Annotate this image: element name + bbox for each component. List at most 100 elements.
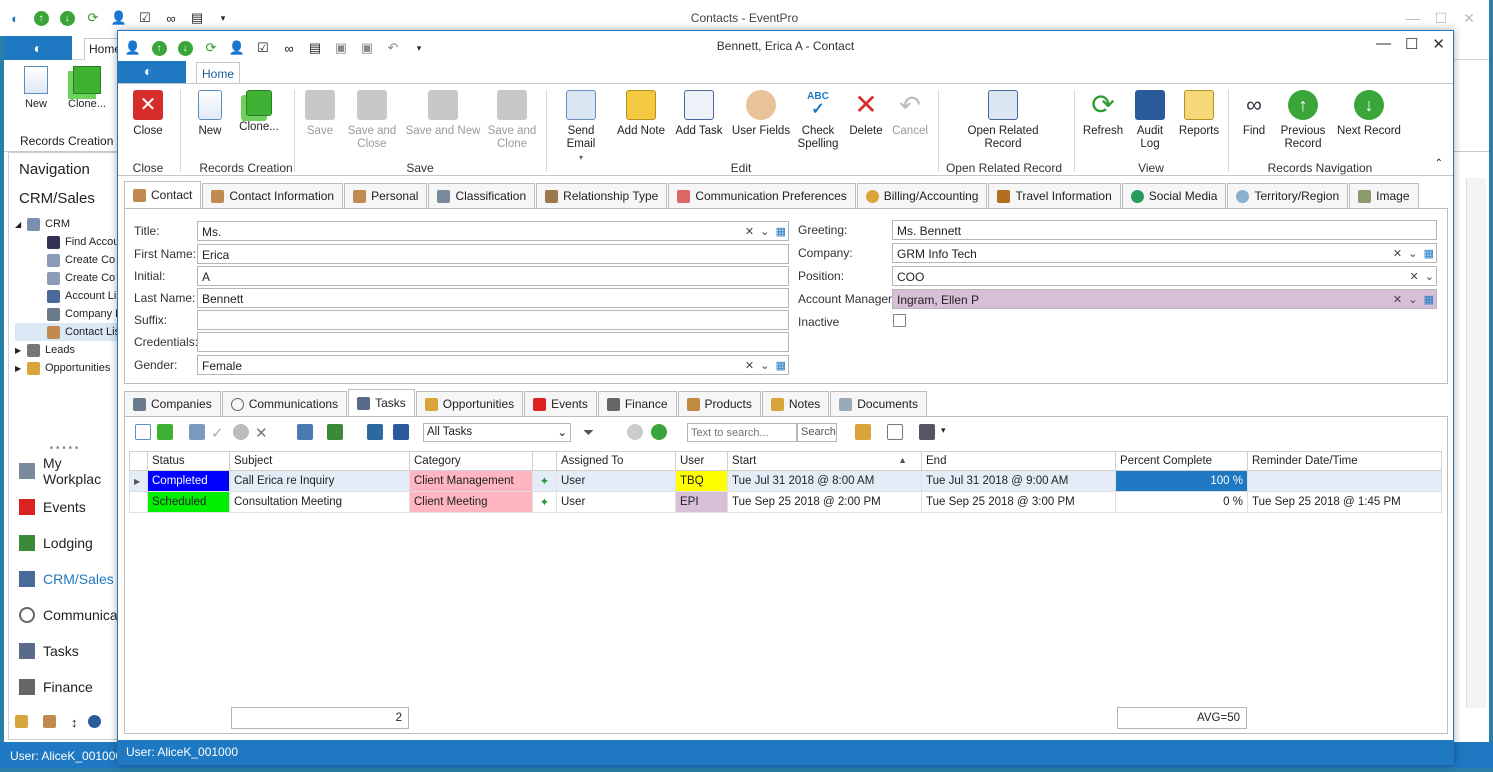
nav-events[interactable]: Events [9,489,119,525]
delete-icon[interactable]: ✕ [255,424,271,442]
start-cell[interactable]: Tue Sep 25 2018 @ 2:00 PM [727,491,922,513]
first-name-field[interactable]: Erica [197,244,789,264]
save-clone-button[interactable]: Save and Clone [486,90,538,151]
chevron-down-icon[interactable]: ⌄ [1408,293,1417,306]
initial-field[interactable]: A [197,266,789,286]
tree-item[interactable]: Create Co [15,251,119,269]
close-button[interactable]: ✕ Close [128,90,168,138]
clear-icon[interactable]: ✕ [745,225,754,238]
tab-classification[interactable]: Classification [428,183,536,208]
down-icon[interactable] [651,424,667,440]
add-note-button[interactable]: Add Note [616,90,666,138]
clear-icon[interactable]: ✕ [1393,247,1402,260]
account-manager-field[interactable]: Ingram, Ellen P ✕ ⌄ ▦ [892,289,1437,309]
clone-button[interactable]: Clone... [234,90,284,134]
maximize-icon[interactable]: ☐ [1405,35,1418,53]
category-cell[interactable]: Client Meeting [409,491,533,513]
clear-icon[interactable]: ✕ [1409,270,1418,283]
percent-cell[interactable]: 0 % [1115,491,1248,513]
open-related-button[interactable]: Open Related Record [958,90,1048,151]
inactive-checkbox[interactable] [893,314,906,327]
views-icon[interactable] [327,424,343,440]
tree-item[interactable]: ▶ Leads [15,341,119,359]
clear-icon[interactable]: ✕ [745,359,754,372]
outer-scrollbar[interactable] [1466,178,1486,708]
status-cell[interactable]: Scheduled [147,491,230,513]
column-percent-complete[interactable]: Percent Complete [1115,451,1248,471]
file-tab[interactable]: ◐ [118,61,186,83]
cancel-icon[interactable] [233,424,249,440]
tab-relationship-type[interactable]: Relationship Type [536,183,668,208]
close-icon[interactable]: ✕ [1455,10,1483,27]
new-record-icon[interactable] [135,424,151,440]
reminder-cell[interactable] [1247,470,1442,492]
chevron-down-icon[interactable]: ⌄ [760,225,769,238]
previous-record-button[interactable]: ↑ Previous Record [1278,90,1328,151]
tab-travel-information[interactable]: Travel Information [988,183,1121,208]
globe-icon[interactable] [87,715,101,728]
lookup-icon[interactable]: ▦ [1424,247,1434,260]
search-input[interactable] [687,423,797,442]
user-cell[interactable]: EPI [675,491,728,513]
file-tab[interactable]: ◐ [4,36,72,60]
sort-icon[interactable]: ↕ [71,715,78,730]
tab-communication-preferences[interactable]: Communication Preferences [668,183,856,208]
maximize-icon[interactable]: ☐ [1427,10,1455,27]
reports-button[interactable]: Reports [1174,90,1224,138]
send-email-button[interactable]: Send Email ▾ [552,90,610,164]
layout-dropdown-icon[interactable]: ▾ [941,425,946,436]
save-new-button[interactable]: Save and New [405,90,481,138]
new-button[interactable]: New [190,90,230,138]
lookup-icon[interactable]: ▦ [776,359,786,372]
status-cell[interactable]: Completed [147,470,230,492]
subject-cell[interactable]: Call Erica re Inquiry [229,470,410,492]
start-cell[interactable]: Tue Jul 31 2018 @ 8:00 AM [727,470,922,492]
cancel-button[interactable]: ↶ Cancel [890,90,930,138]
clear-icon[interactable]: ✕ [1393,293,1402,306]
column-status[interactable]: Status [147,451,230,471]
view-filter-select[interactable]: All Tasks ⌄ [423,423,571,442]
tab-territory-region[interactable]: Territory/Region [1227,183,1349,208]
clipboard-icon[interactable] [855,424,871,440]
chevron-down-icon[interactable]: ⌄ [1408,247,1417,260]
chevron-down-icon[interactable]: ⌄ [1425,270,1434,283]
tab-personal[interactable]: Personal [344,183,428,208]
user-fields-button[interactable]: User Fields [730,90,792,138]
reminder-cell[interactable]: Tue Sep 25 2018 @ 1:45 PM [1247,491,1442,513]
audit-log-button[interactable]: Audit Log [1132,90,1168,151]
lookup-icon[interactable]: ▦ [1424,293,1434,306]
refresh-button[interactable]: ⟳ Refresh [1080,90,1126,138]
outer-clone-button[interactable]: Clone... [62,66,112,110]
nav-finance[interactable]: Finance [9,669,119,705]
tab-image[interactable]: Image [1349,183,1419,208]
notes-icon[interactable] [15,715,28,728]
next-record-button[interactable]: ↓ Next Record [1334,90,1404,138]
tab-contact-information[interactable]: Contact Information [202,183,344,208]
info-icon[interactable] [393,424,409,440]
credentials-field[interactable] [197,332,789,352]
column-category[interactable]: Category [409,451,533,471]
column-subject[interactable]: Subject [229,451,410,471]
column-reminder[interactable]: Reminder Date/Time [1247,451,1442,471]
tab-notes[interactable]: Notes [761,391,830,416]
tree-item[interactable]: Account Li [15,287,119,305]
suffix-field[interactable] [197,310,789,330]
clone-icon[interactable] [157,424,173,440]
tab-social-media[interactable]: Social Media [1121,183,1227,208]
find-button[interactable]: ∞ Find [1236,90,1272,138]
add-task-button[interactable]: Add Task [674,90,724,138]
tree-item[interactable]: Create Co [15,269,119,287]
tree-item[interactable]: Find Accou [15,233,119,251]
tree-item[interactable]: Company L [15,305,119,323]
table-row[interactable]: ▶ Completed Call Erica re Inquiry Client… [129,470,1442,492]
assigned-cell[interactable]: User [556,470,676,492]
nav-lodging[interactable]: Lodging [9,525,119,561]
search-button[interactable]: Search [797,423,837,442]
title-field[interactable]: Ms. ✕ ⌄ ▦ [197,221,789,241]
nav-my-workplace[interactable]: My Workplac [9,453,119,489]
column-user[interactable]: User [675,451,728,471]
last-name-field[interactable]: Bennett [197,288,789,308]
tab-billing-accounting[interactable]: Billing/Accounting [856,183,988,208]
user-cell[interactable]: TBQ [675,470,728,492]
tree-item[interactable]: Contact Lis [15,323,119,341]
